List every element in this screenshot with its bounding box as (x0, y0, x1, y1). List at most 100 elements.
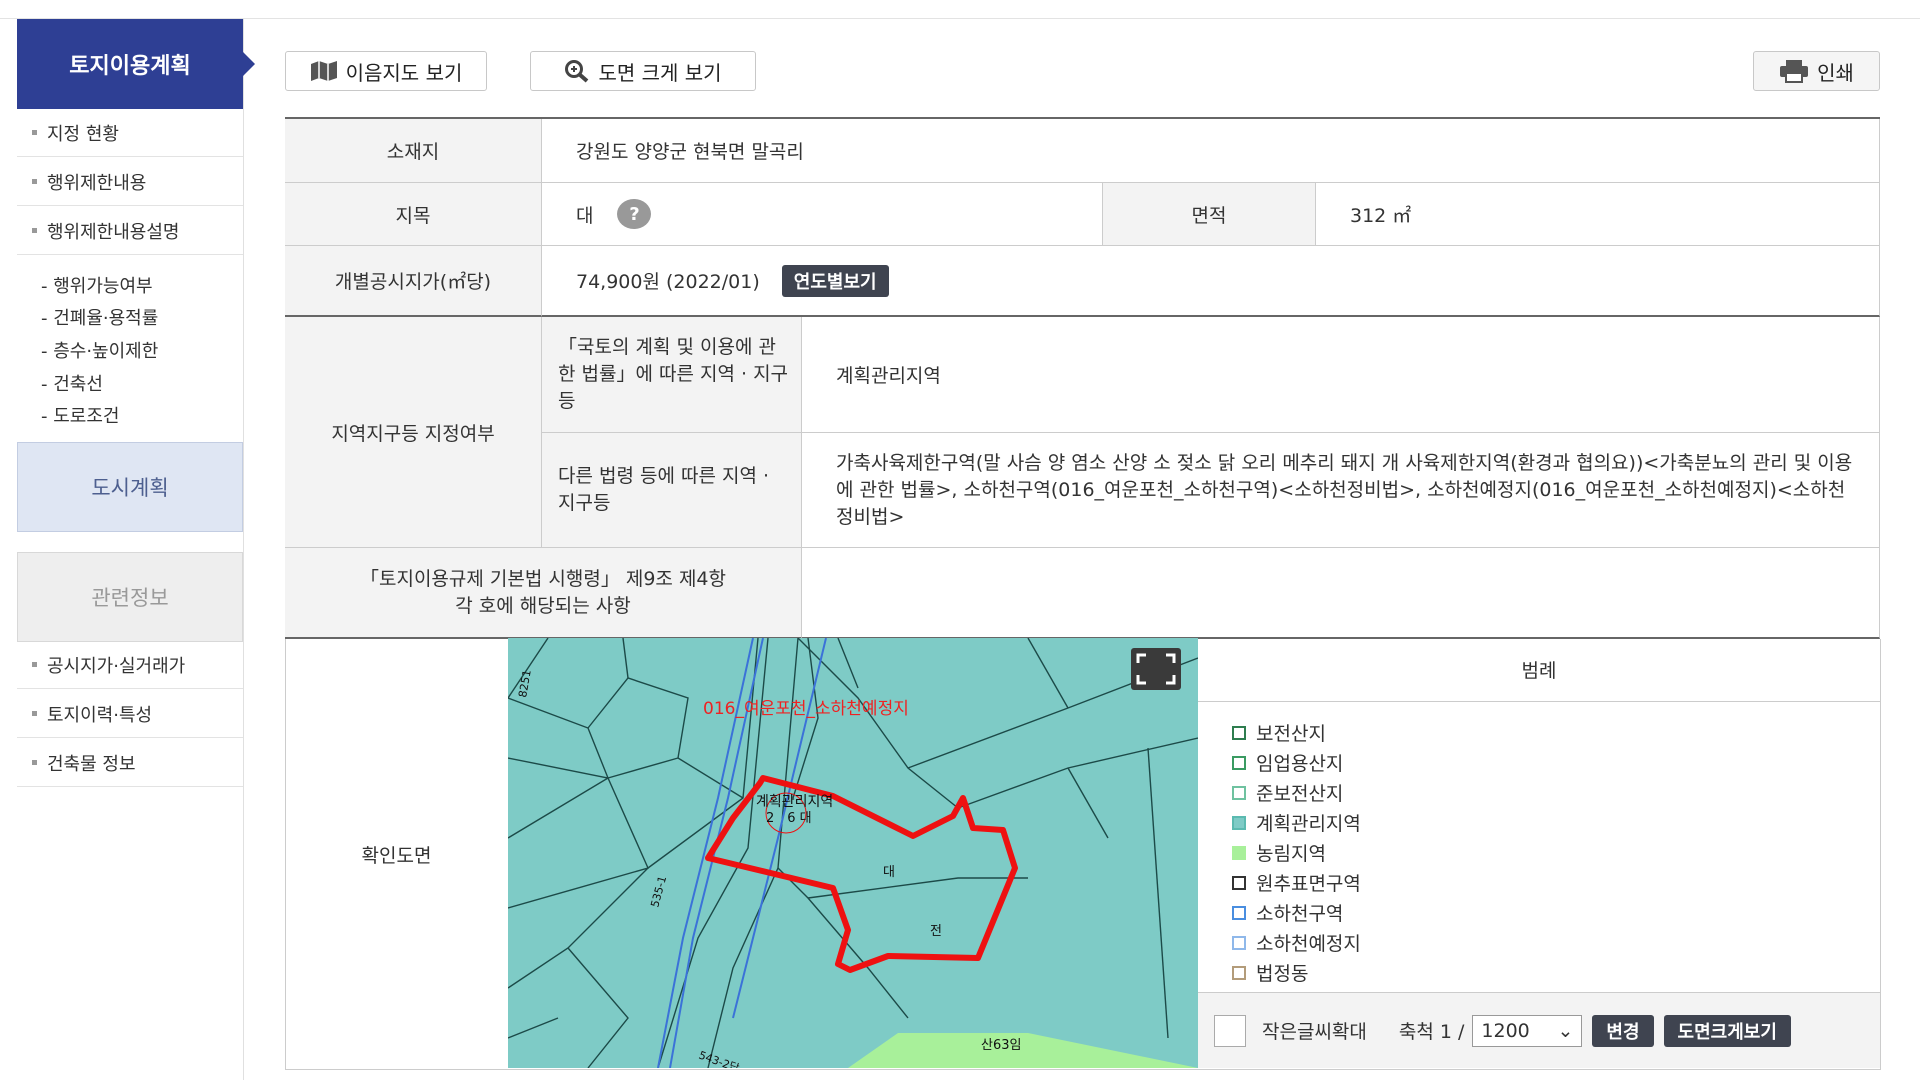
legend-label: 원추표면구역 (1256, 873, 1361, 895)
fullscreen-icon (1136, 653, 1176, 685)
print-label: 인쇄 (1817, 60, 1854, 85)
map-canvas: 016_여운포천_소하천예정지 계획관리지역 2 6 대 대 전 산63임 54… (508, 638, 1198, 1068)
legend-swatch (1232, 845, 1246, 860)
legend-label: 법정동 (1256, 963, 1309, 985)
map-label-lot: 2 6 대 (766, 811, 812, 826)
yearly-view-button[interactable]: 연도별보기 (781, 264, 889, 297)
price-cell: 74,900원 (2022/01) 연도별보기 (542, 246, 1880, 317)
legend-label: 소하천예정지 (1256, 933, 1361, 955)
sidebar-item-designation[interactable]: 지정 현황 (17, 109, 243, 157)
sidebar-item-building[interactable]: 건축물 정보 (17, 739, 243, 787)
sidebar-item-price[interactable]: 공시지가·실거래가 (17, 641, 243, 689)
map-icon (310, 61, 337, 81)
legend-item: 농림지역 (1232, 839, 1326, 866)
sidebar-item-label: 건축물 정보 (47, 753, 136, 775)
legend-swatch (1232, 815, 1246, 830)
legend-swatch (1232, 875, 1246, 890)
legend-swatch (1232, 785, 1246, 800)
small-text-checkbox[interactable] (1214, 1014, 1246, 1047)
legend-item: 소하천구역 (1232, 899, 1343, 926)
zoom-map-label: 도면 크게 보기 (598, 60, 722, 85)
legend-swatch (1232, 755, 1246, 770)
legend-label: 계획관리지역 (1256, 813, 1361, 835)
jimok-cell: 대 ? (542, 183, 1103, 246)
sidebar-item-label: 행위제한내용 (47, 172, 147, 194)
sidebar-subitem-ratio[interactable]: - 건폐율·용적률 (41, 304, 158, 330)
city-plan-tab[interactable]: 도시계획 (17, 442, 243, 532)
big-map-button[interactable]: 도면크게보기 (1663, 1014, 1791, 1047)
zone-law1-header: 「국토의 계획 및 이용에 관한 법률」에 따른 지역 · 지구등 (542, 317, 802, 433)
legend-swatch (1232, 935, 1246, 950)
bullet-icon (32, 760, 37, 765)
related-info-tab[interactable]: 관련정보 (17, 552, 243, 642)
legend-label: 보전산지 (1256, 723, 1326, 745)
legend-swatch (1232, 965, 1246, 980)
printer-icon (1780, 60, 1809, 83)
map-right-border (1880, 639, 1881, 1070)
sidebar-subitem-height[interactable]: - 층수·높이제한 (41, 337, 158, 363)
small-text-label: 작은글씨확대 (1262, 1021, 1367, 1043)
sidebar-subitem-road[interactable]: - 도로조건 (41, 402, 119, 428)
scale-label: 축척 1 / (1398, 1021, 1465, 1043)
legend-label: 임업용산지 (1256, 753, 1344, 775)
top-divider (0, 18, 1920, 19)
legend-item: 준보전산지 (1232, 779, 1343, 806)
zone-law2-header: 다른 법령 등에 따른 지역 · 지구등 (542, 433, 802, 548)
legend-label: 준보전산지 (1256, 783, 1344, 805)
map-label-dae: 대 (883, 865, 895, 880)
zone-law1-value: 계획관리지역 (802, 317, 1880, 433)
bullet-icon (32, 662, 37, 667)
sidebar-item-restriction-desc[interactable]: 행위제한내용설명 (17, 207, 243, 255)
land-info-table: 소재지 강원도 양양군 현북면 말곡리 지목 대 ? 면적 312 ㎡ 개별공시… (285, 117, 1881, 1070)
area-header: 면적 (1103, 183, 1316, 246)
eum-map-label: 이음지도 보기 (345, 60, 463, 85)
decree-value (802, 548, 1880, 639)
map-label-jeon: 전 (930, 924, 942, 939)
price-header: 개별공시지가(㎡당) (285, 246, 542, 317)
sidebar-title: 토지이용계획 (17, 19, 255, 109)
legend-swatch (1232, 905, 1246, 920)
legend-title: 범례 (1198, 638, 1880, 702)
sidebar-subitem-building-line[interactable]: - 건축선 (41, 370, 103, 396)
bullet-icon (32, 228, 37, 233)
decree-header: 「토지이용규제 기본법 시행령」 제9조 제4항 각 호에 해당되는 사항 (285, 548, 802, 639)
legend-item: 계획관리지역 (1232, 809, 1361, 836)
sidebar-item-label: 공시지가·실거래가 (47, 655, 186, 677)
map-footer: 작은글씨확대 축척 1 / 1200 ⌄ 변경 도면크게보기 (1198, 992, 1880, 1068)
sidebar-subitem-possibility[interactable]: - 행위가능여부 (41, 272, 153, 298)
jimok-header: 지목 (285, 183, 542, 246)
area-value: 312 ㎡ (1316, 183, 1880, 246)
location-header: 소재지 (285, 119, 542, 183)
legend-label: 소하천구역 (1256, 903, 1344, 925)
sidebar-item-land-history[interactable]: 토지이력·특성 (17, 690, 243, 738)
bullet-icon (32, 130, 37, 135)
location-value: 강원도 양양군 현북면 말곡리 (542, 119, 1880, 183)
legend-item: 보전산지 (1232, 719, 1326, 746)
price-value: 74,900원 (2022/01) (576, 271, 760, 293)
fullscreen-button[interactable] (1131, 648, 1181, 690)
change-scale-button[interactable]: 변경 (1592, 1014, 1654, 1047)
help-icon[interactable]: ? (617, 199, 652, 229)
sidebar: 토지이용계획 지정 현황 행위제한내용 행위제한내용설명 - 행위가능여부 - … (17, 19, 255, 1080)
scale-value: 1200 (1481, 1019, 1530, 1042)
jimok-value: 대 (576, 204, 594, 227)
land-use-map[interactable]: 016_여운포천_소하천예정지 계획관리지역 2 6 대 대 전 산63임 54… (508, 638, 1198, 1068)
map-header: 확인도면 (285, 639, 508, 1070)
legend-label: 농림지역 (1256, 843, 1326, 865)
zone-law2-value: 가축사육제한구역(말 사슴 양 염소 산양 소 젖소 닭 오리 메추리 돼지 개… (802, 433, 1880, 548)
eum-map-button[interactable]: 이음지도 보기 (285, 51, 487, 91)
magnifier-icon (565, 60, 589, 83)
legend-item: 원추표면구역 (1232, 869, 1361, 896)
zoom-map-button[interactable]: 도면 크게 보기 (530, 51, 756, 91)
print-button[interactable]: 인쇄 (1753, 51, 1880, 91)
sidebar-item-restrictions[interactable]: 행위제한내용 (17, 158, 243, 206)
zone-header: 지역지구등 지정여부 (285, 317, 542, 548)
bullet-icon (32, 179, 37, 184)
sidebar-item-label: 행위제한내용설명 (47, 221, 180, 243)
legend-item: 법정동 (1232, 959, 1308, 986)
map-label-san: 산63임 (981, 1038, 1021, 1053)
legend-swatch (1232, 725, 1246, 740)
sidebar-item-label: 토지이력·특성 (47, 704, 153, 726)
scale-select[interactable]: 1200 ⌄ (1472, 1014, 1583, 1047)
chevron-down-icon: ⌄ (1557, 1019, 1574, 1042)
